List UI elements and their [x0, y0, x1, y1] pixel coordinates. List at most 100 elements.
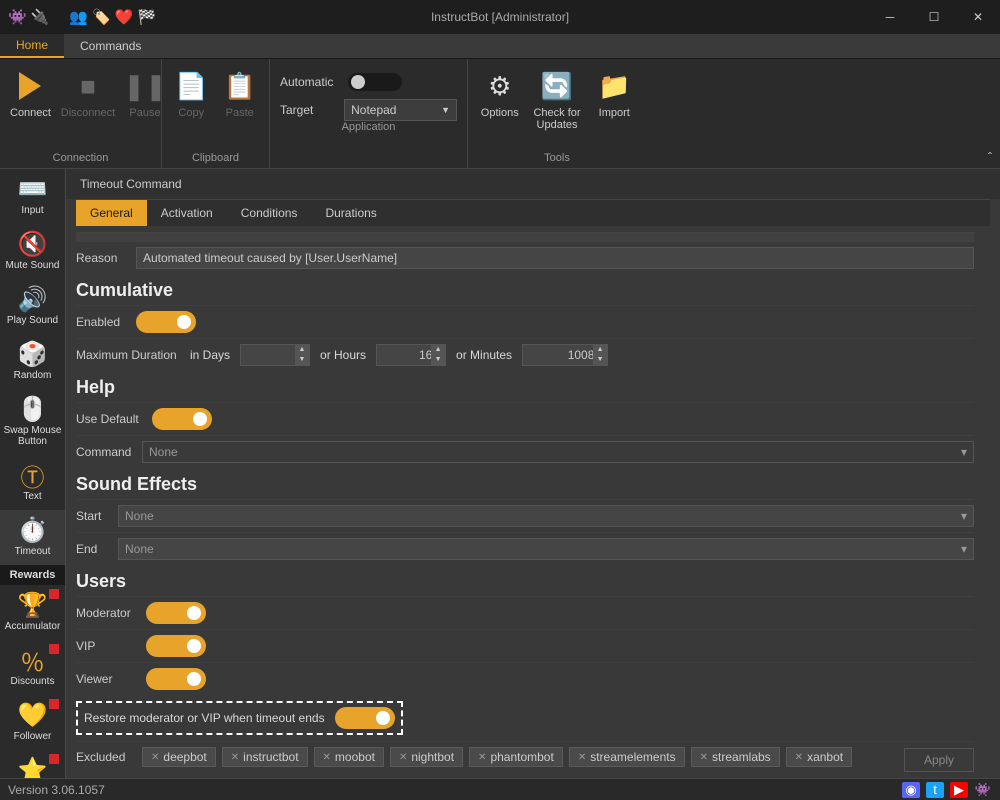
sidebar-item-follower[interactable]: 💛Follower — [0, 695, 65, 750]
minimize-button[interactable]: ─ — [868, 0, 912, 34]
paste-button[interactable]: 📋 Paste — [221, 69, 260, 119]
ribbon-collapse-icon[interactable]: ˆ — [988, 150, 992, 164]
x-icon[interactable]: ✕ — [231, 752, 239, 763]
minutes-input[interactable]: 10080▲▼ — [522, 344, 608, 366]
excluded-label: Excluded — [76, 750, 132, 764]
twitter-icon[interactable]: t — [926, 782, 944, 798]
use-default-toggle[interactable] — [152, 408, 212, 430]
qa-icon-3[interactable]: ❤️ — [115, 8, 134, 26]
titlebar-icons: 👾 🔌 👥 🏷️ ❤️ 🏁 — [0, 8, 156, 26]
or-minutes-label: or Minutes — [456, 348, 512, 362]
reason-label: Reason — [76, 251, 126, 265]
chevron-down-icon: ▾ — [961, 509, 967, 523]
excluded-chip[interactable]: ✕ xanbot — [786, 747, 852, 767]
x-icon[interactable]: ✕ — [795, 752, 803, 763]
command-label: Command — [76, 445, 132, 459]
automatic-label: Automatic — [280, 75, 338, 89]
vip-toggle[interactable] — [146, 635, 206, 657]
restore-highlight: Restore moderator or VIP when timeout en… — [76, 701, 403, 735]
excluded-chip[interactable]: ✕streamlabs — [691, 747, 780, 767]
chip-label: xanbot — [807, 750, 843, 764]
enabled-toggle[interactable] — [136, 311, 196, 333]
x-icon[interactable]: ✕ — [323, 752, 331, 763]
maximize-button[interactable]: ☐ — [912, 0, 956, 34]
command-tabs: General Activation Conditions Durations — [76, 199, 990, 226]
sidebar-item-text[interactable]: ⓉText — [0, 455, 65, 510]
hours-input[interactable]: 168▲▼ — [376, 344, 446, 366]
section-users: Users — [76, 565, 974, 596]
options-button[interactable]: ⚙ Options — [478, 69, 521, 119]
excluded-chip[interactable]: ✕nightbot — [390, 747, 463, 767]
sidebar-item-subscriber[interactable]: ⭐Subscriber — [0, 750, 65, 778]
reason-input[interactable] — [136, 247, 974, 269]
moderator-toggle[interactable] — [146, 602, 206, 624]
days-input[interactable]: 7▲▼ — [240, 344, 310, 366]
statusbar: Version 3.06.1057 ◉ t ▶ 👾 — [0, 778, 1000, 800]
target-select[interactable]: Notepad▼ — [344, 99, 457, 121]
target-label: Target — [280, 103, 334, 117]
app-small-icon[interactable]: 👾 — [974, 782, 992, 798]
youtube-icon[interactable]: ▶ — [950, 782, 968, 798]
excluded-chip[interactable]: ✕streamelements — [569, 747, 685, 767]
spinner-icon[interactable]: ▲▼ — [431, 345, 445, 365]
enabled-label: Enabled — [76, 315, 126, 329]
qa-icon-4[interactable]: 🏁 — [137, 8, 156, 26]
plug-icon: 🔌 — [31, 8, 50, 26]
copy-button[interactable]: 📄 Copy — [172, 69, 211, 119]
excluded-chip[interactable]: ✕instructbot — [222, 747, 308, 767]
x-icon[interactable]: ✕ — [578, 752, 586, 763]
excluded-chip[interactable]: ✕phantombot — [469, 747, 563, 767]
discord-icon[interactable]: ◉ — [902, 782, 920, 798]
red-badge — [49, 754, 59, 764]
x-icon[interactable]: ✕ — [399, 752, 407, 763]
x-icon[interactable]: ✕ — [700, 752, 708, 763]
disconnect-button[interactable]: ■ Disconnect — [61, 69, 115, 119]
spinner-icon[interactable]: ▲▼ — [295, 345, 309, 365]
ribbon: Connect ■ Disconnect ❚❚ Pause Connection… — [0, 59, 1000, 169]
x-icon[interactable]: ✕ — [151, 752, 159, 763]
menu-home[interactable]: Home — [0, 34, 64, 58]
close-button[interactable]: ✕ — [956, 0, 1000, 34]
qa-icon-2[interactable]: 🏷️ — [92, 8, 111, 26]
connect-button[interactable]: Connect — [10, 69, 51, 119]
sidebar-item-random[interactable]: 🎲Random — [0, 334, 65, 389]
start-select[interactable]: None▾ — [118, 505, 974, 527]
sidebar-item-input[interactable]: ⌨️Input — [0, 169, 65, 224]
sidebar-item-swap-mouse[interactable]: 🖱️Swap Mouse Button — [0, 389, 65, 455]
command-select[interactable]: None▾ — [142, 441, 974, 463]
content-scroll[interactable]: Reason Cumulative Enabled Maximum Durati… — [66, 226, 1000, 778]
end-select[interactable]: None▾ — [118, 538, 974, 560]
apply-button[interactable]: Apply — [904, 748, 974, 772]
group-tools-label: Tools — [478, 152, 636, 166]
sidebar-item-mute-sound[interactable]: 🔇Mute Sound — [0, 224, 65, 279]
sidebar-item-discounts[interactable]: ％Discounts — [0, 640, 65, 695]
tab-durations[interactable]: Durations — [311, 200, 390, 226]
excluded-chip[interactable]: ✕moobot — [314, 747, 384, 767]
excluded-chip[interactable]: ✕deepbot — [142, 747, 216, 767]
group-connection-label: Connection — [10, 152, 151, 166]
chevron-down-icon: ▼ — [441, 105, 450, 115]
restore-toggle[interactable] — [335, 707, 395, 729]
viewer-toggle[interactable] — [146, 668, 206, 690]
viewer-label: Viewer — [76, 672, 136, 686]
sidebar-item-timeout[interactable]: ⏱️Timeout — [0, 510, 65, 565]
in-days-label: in Days — [190, 348, 230, 362]
x-icon[interactable]: ✕ — [478, 752, 486, 763]
tab-activation[interactable]: Activation — [147, 200, 227, 226]
tab-general[interactable]: General — [76, 200, 147, 226]
spinner-icon[interactable]: ▲▼ — [593, 345, 607, 365]
breadcrumb: Timeout Command — [66, 169, 1000, 199]
import-button[interactable]: 📁 Import — [593, 69, 636, 119]
pause-button[interactable]: ❚❚ Pause — [125, 69, 165, 119]
menubar: Home Commands — [0, 34, 1000, 59]
max-duration-label: Maximum Duration — [76, 348, 180, 362]
red-badge — [49, 589, 59, 599]
automatic-toggle[interactable] — [348, 73, 402, 91]
section-cumulative: Cumulative — [76, 274, 974, 305]
qa-icon-1[interactable]: 👥 — [69, 8, 88, 26]
menu-commands[interactable]: Commands — [64, 34, 157, 58]
sidebar-item-accumulator[interactable]: 🏆Accumulator — [0, 585, 65, 640]
sidebar-item-play-sound[interactable]: 🔊Play Sound — [0, 279, 65, 334]
check-updates-button[interactable]: 🔄 Check for Updates — [531, 69, 582, 131]
tab-conditions[interactable]: Conditions — [227, 200, 312, 226]
